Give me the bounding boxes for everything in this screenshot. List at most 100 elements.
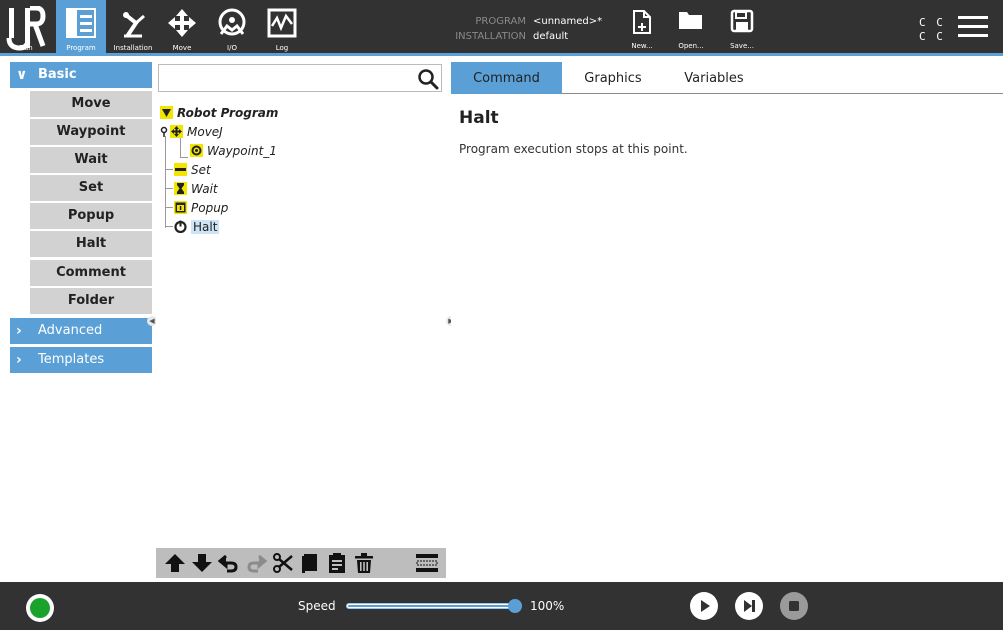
- play-icon: [701, 600, 710, 612]
- menu-hamburger-icon[interactable]: [958, 14, 988, 40]
- chevron-right-icon: ›: [16, 323, 22, 339]
- open-folder-icon: [679, 12, 702, 29]
- nav-program[interactable]: Program: [56, 0, 106, 56]
- new-label: New...: [631, 42, 653, 50]
- tree-node-popup[interactable]: Popup: [174, 199, 228, 217]
- palette-item-halt[interactable]: Halt: [30, 231, 152, 257]
- step-button[interactable]: [735, 592, 763, 620]
- node-title: Halt: [459, 108, 499, 128]
- tree-connector: [165, 169, 173, 170]
- open-button[interactable]: Open...: [671, 0, 711, 56]
- palette-item-folder[interactable]: Folder: [30, 288, 152, 314]
- cc-line-1: C C: [919, 16, 945, 29]
- palette-item-wait[interactable]: Wait: [30, 147, 152, 173]
- speed-label: Speed: [298, 599, 336, 613]
- arrow-down-icon[interactable]: [191, 552, 213, 574]
- category-advanced-label: Advanced: [38, 323, 103, 338]
- category-templates-label: Templates: [38, 352, 105, 367]
- nav-move-label: Move: [172, 44, 192, 52]
- new-button[interactable]: New...: [622, 0, 662, 56]
- program-name: <unnamed>*: [533, 16, 603, 27]
- palette-item-waypoint[interactable]: Waypoint: [30, 119, 152, 145]
- palette-item-comment[interactable]: Comment: [30, 260, 152, 286]
- tree-node-wait[interactable]: Wait: [174, 180, 218, 198]
- tree-connector: [180, 157, 188, 158]
- suppress-icon[interactable]: [416, 552, 438, 574]
- tree-node-robot-program[interactable]: Robot Program: [160, 104, 278, 122]
- power-icon: [174, 220, 187, 233]
- tab-graphics[interactable]: Graphics: [567, 62, 659, 94]
- nav-run[interactable]: Run: [6, 0, 46, 56]
- tree-node-label: MoveJ: [187, 125, 223, 139]
- tab-command[interactable]: Command: [451, 62, 562, 94]
- new-file-icon: [633, 10, 651, 34]
- tree-node-halt[interactable]: Halt: [174, 218, 220, 236]
- palette-item-set[interactable]: Set: [30, 175, 152, 201]
- paste-icon[interactable]: [326, 552, 348, 574]
- tree-node-waypoint-1[interactable]: Waypoint_1: [190, 142, 277, 160]
- program-tree-panel: Robot Program MoveJ Waypoint_1 Set Wait: [156, 62, 446, 578]
- tree-node-label: Waypoint_1: [207, 144, 277, 158]
- node-description: Program execution stops at this point.: [459, 142, 688, 156]
- step-icon: [744, 600, 755, 612]
- tree-connector: [165, 207, 173, 208]
- stop-button[interactable]: [780, 592, 808, 620]
- tree-node-label: Popup: [191, 201, 229, 215]
- log-chart-icon: [267, 8, 297, 38]
- save-button[interactable]: Save...: [722, 0, 762, 56]
- nav-io[interactable]: I/O: [212, 0, 252, 56]
- robot-arm-icon: [123, 12, 145, 38]
- command-panel: Command Graphics Variables Halt Program …: [451, 62, 1003, 578]
- nav-log-label: Log: [275, 44, 289, 52]
- tree-connector: [165, 136, 166, 228]
- program-info-values: <unnamed>* default: [533, 14, 623, 44]
- open-label: Open...: [678, 42, 704, 50]
- collapse-triangle-icon: [160, 106, 173, 119]
- nav-io-label: I/O: [227, 44, 237, 52]
- waypoint-node-icon: [190, 144, 203, 157]
- installation-key: INSTALLATION: [455, 31, 526, 42]
- play-button[interactable]: [690, 592, 718, 620]
- category-templates[interactable]: › Templates: [10, 347, 152, 373]
- move-node-icon: [170, 125, 183, 138]
- program-key: PROGRAM: [475, 16, 526, 27]
- tree-node-label: Set: [191, 163, 211, 177]
- nav-run-label: Run: [19, 44, 33, 52]
- category-advanced[interactable]: › Advanced: [10, 318, 152, 344]
- tree-node-set[interactable]: Set: [174, 161, 211, 179]
- undo-icon[interactable]: [218, 552, 240, 574]
- hourglass-icon: [174, 182, 187, 195]
- control-mode-indicator[interactable]: C C C C: [919, 16, 945, 44]
- installation-name: default: [533, 31, 569, 42]
- tab-variables[interactable]: Variables: [663, 62, 765, 94]
- tree-node-movej[interactable]: MoveJ: [160, 123, 223, 141]
- search-icon[interactable]: [417, 68, 439, 90]
- copy-icon[interactable]: [299, 552, 321, 574]
- robot-status-indicator[interactable]: [26, 594, 54, 622]
- node-palette: ∨ Basic Move Waypoint Wait Set Popup Hal…: [10, 62, 152, 578]
- trash-icon[interactable]: [353, 552, 375, 574]
- tree-connector: [165, 226, 173, 227]
- program-info-keys: PROGRAM INSTALLATION: [440, 14, 526, 44]
- tree-search-input[interactable]: [158, 64, 442, 92]
- scissors-icon[interactable]: [272, 552, 294, 574]
- popup-node-icon: [174, 201, 187, 214]
- nav-log[interactable]: Log: [262, 0, 302, 56]
- speed-slider-track[interactable]: [346, 603, 522, 609]
- chevron-down-icon: ∨: [16, 67, 28, 83]
- nav-program-label: Program: [66, 44, 96, 52]
- chevron-right-icon: ›: [16, 352, 22, 368]
- nav-installation[interactable]: Installation: [108, 0, 158, 56]
- palette-item-move[interactable]: Move: [30, 91, 152, 117]
- redo-icon[interactable]: [245, 552, 267, 574]
- category-basic[interactable]: ∨ Basic: [10, 62, 152, 88]
- speed-value: 100%: [530, 599, 565, 613]
- speed-slider-thumb[interactable]: [508, 599, 522, 613]
- program-tree-icon: [66, 8, 96, 38]
- polyscope-window: Run Program Installation Move I/O Log PR…: [0, 0, 1003, 630]
- arrow-up-icon[interactable]: [164, 552, 186, 574]
- save-label: Save...: [730, 42, 754, 50]
- palette-item-popup[interactable]: Popup: [30, 203, 152, 229]
- nav-move[interactable]: Move: [162, 0, 202, 56]
- io-icon: [218, 8, 246, 36]
